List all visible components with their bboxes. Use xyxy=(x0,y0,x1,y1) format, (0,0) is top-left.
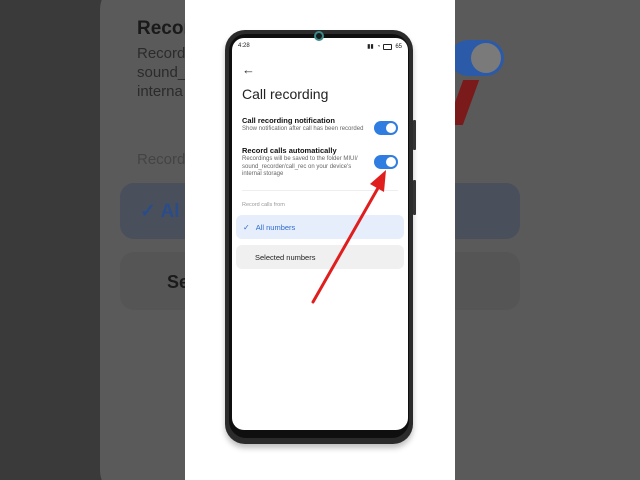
annotation-arrow xyxy=(311,170,386,304)
annotation-arrow-shaft xyxy=(311,186,380,304)
